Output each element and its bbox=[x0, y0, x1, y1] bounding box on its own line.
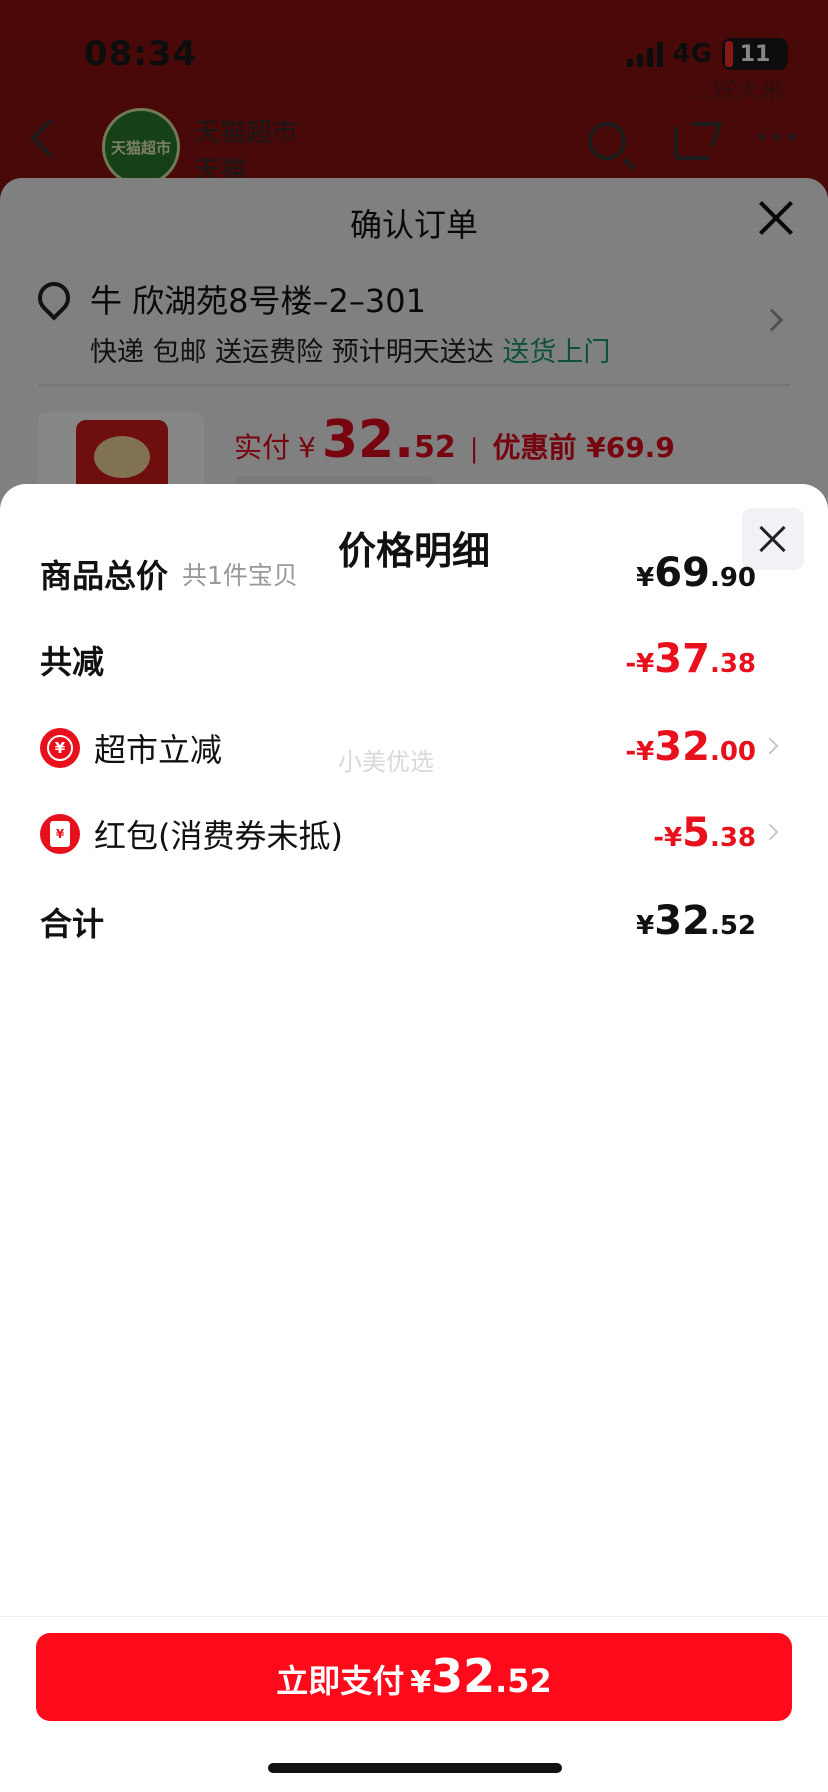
total-amount: ¥ 32 .52 bbox=[636, 892, 756, 952]
subtotal-amount: ¥ 69 .90 bbox=[636, 544, 756, 604]
amount-integer: 69 bbox=[654, 550, 710, 596]
currency: -¥ bbox=[653, 823, 683, 853]
chevron-right-icon[interactable] bbox=[761, 823, 779, 841]
pay-now-decimal: .52 bbox=[495, 1662, 552, 1700]
home-indicator[interactable] bbox=[268, 1763, 562, 1773]
total-row: 合计 ¥ 32 .52 bbox=[40, 892, 756, 952]
currency: ¥ bbox=[636, 911, 655, 941]
supermarket-discount-label: 超市立减 bbox=[94, 731, 223, 769]
amount-decimal: .38 bbox=[709, 823, 756, 853]
currency: -¥ bbox=[625, 737, 655, 767]
amount-integer: 5 bbox=[682, 810, 710, 856]
discount-total-label: 共减 bbox=[40, 643, 105, 681]
amount-integer: 32 bbox=[654, 898, 710, 944]
yuan-coupon-icon: ¥ bbox=[40, 728, 80, 768]
amount-decimal: .52 bbox=[709, 911, 756, 941]
amount-decimal: .00 bbox=[709, 737, 756, 767]
supermarket-discount-amount: -¥ 32 .00 bbox=[625, 718, 756, 778]
price-detail-sheet: 价格明细 小美优选 商品总价 共1件宝贝 ¥ 69 .90 共减 -¥ 37 .… bbox=[0, 484, 828, 1792]
subtotal-label: 商品总价 bbox=[40, 557, 169, 595]
chevron-right-icon[interactable] bbox=[761, 737, 779, 755]
amount-integer: 37 bbox=[654, 636, 710, 682]
amount-decimal: .90 bbox=[709, 563, 756, 593]
discount-total-amount: -¥ 37 .38 bbox=[625, 630, 756, 690]
pay-now-currency: ¥ bbox=[410, 1665, 432, 1700]
supermarket-discount-row[interactable]: ¥ 超市立减 -¥ 32 .00 bbox=[40, 718, 779, 778]
currency: ¥ bbox=[636, 563, 655, 593]
amount-decimal: .38 bbox=[709, 649, 756, 679]
red-packet-label: 红包(消费券未抵) bbox=[94, 817, 343, 855]
pay-now-label: 立即支付 bbox=[276, 1662, 405, 1700]
red-packet-amount: -¥ 5 .38 bbox=[653, 804, 756, 864]
bottom-pay-bar: 立即支付 ¥ 32 .52 bbox=[0, 1616, 828, 1792]
pay-now-integer: 32 bbox=[431, 1649, 496, 1703]
red-packet-icon: ¥ bbox=[40, 814, 80, 854]
red-packet-row[interactable]: ¥ 红包(消费券未抵) -¥ 5 .38 bbox=[40, 804, 779, 864]
currency: -¥ bbox=[625, 649, 655, 679]
total-label: 合计 bbox=[40, 905, 105, 943]
pay-now-button[interactable]: 立即支付 ¥ 32 .52 bbox=[36, 1633, 792, 1721]
amount-integer: 32 bbox=[654, 724, 710, 770]
discount-total-row: 共减 -¥ 37 .38 bbox=[40, 630, 756, 690]
subtotal-row: 商品总价 共1件宝贝 ¥ 69 .90 bbox=[40, 544, 756, 604]
item-count: 共1件宝贝 bbox=[182, 561, 298, 590]
